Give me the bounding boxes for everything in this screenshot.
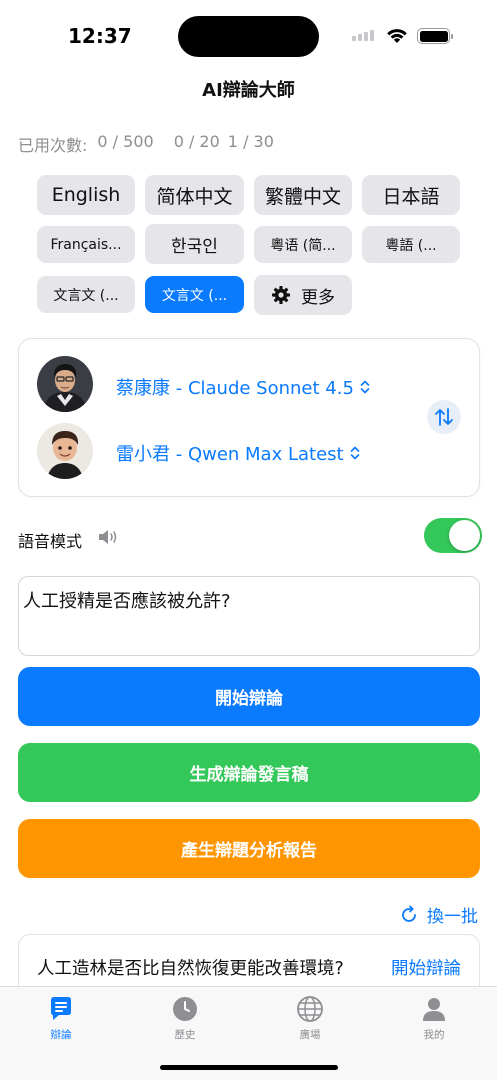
lang-french-button[interactable]: Françai​s... [37,226,135,263]
swap-debaters-button[interactable] [427,400,461,434]
usage-count-a: 0 / 500 [97,132,154,151]
lang-label: Françai​s... [50,236,122,253]
lang-label: 简体中文 [156,185,233,208]
tab-debate-label: 辯論 [50,1029,72,1041]
tab-history-label: 歷史 [174,1029,196,1041]
debater-1-selector[interactable]: 蔡康康 - Claude Sonnet 4.5 [116,374,370,400]
lang-label: 粵語 (... [385,237,437,254]
lang-classical-chinese-selected-button[interactable]: 文言文 (... [145,276,244,313]
status-bar: 12:37 [0,0,497,72]
voice-mode-label: 語音模式 [18,532,83,551]
lang-label: 粵语 (简... [270,237,336,254]
generate-speech-button[interactable]: 生成辯論發言稿 [18,743,480,802]
chat-icon [51,997,71,1020]
start-debate-button[interactable]: 開始辯論 [18,667,480,726]
lang-label: 更多 [301,287,335,308]
generate-speech-label: 生成辯論發言稿 [189,765,309,785]
home-indicator [160,1065,338,1070]
debater-card: 蔡康康 - Claude Sonnet 4.5 雷小君 - Qwen Max L… [18,338,480,497]
tab-debate[interactable]: 辯論 [21,995,101,1042]
start-debate-label: 開始辯論 [215,689,283,709]
debater-2-label: 雷小君 - Qwen Max Latest [116,444,344,465]
lang-label: 文言文 (... [161,287,228,304]
tab-plaza-label: 廣場 [299,1029,321,1041]
voice-mode-toggle[interactable] [424,518,482,553]
lang-label: 한국인 [171,236,218,257]
toggle-knob [449,520,480,551]
voice-mode-row: 語音模式 [18,518,482,558]
wifi-icon [387,29,407,43]
lang-label: 繁體中文 [264,185,341,208]
chevron-up-down-icon [360,380,370,394]
lang-label: English [51,184,121,206]
status-time: 12:37 [68,24,132,48]
lang-more-button[interactable]: 更多 [254,275,352,315]
lang-simplified-chinese-button[interactable]: 简体中文 [145,175,244,215]
lang-cantonese-simplified-button[interactable]: 粵语 (简... [254,226,352,263]
lang-label: 日本語 [382,185,440,208]
lang-english-button[interactable]: English [37,175,135,215]
usage-count-b: 0 / 20 [173,132,220,151]
suggestion-start-link[interactable]: 開始辯論 [391,955,461,980]
speaker-icon [99,530,117,544]
gear-icon [271,285,291,305]
refresh-icon [402,905,416,922]
tab-history[interactable]: 歷史 [145,995,225,1042]
lang-classical-chinese-button[interactable]: 文言文 (... [37,276,135,313]
refresh-suggestions-button[interactable]: 換一批 [399,902,478,927]
dynamic-island [178,16,319,57]
debater-1-label: 蔡康康 - Claude Sonnet 4.5 [116,378,354,399]
refresh-label: 換一批 [427,907,478,927]
tab-profile-label: 我的 [423,1029,445,1041]
analysis-report-label: 產生辯題分析報告 [181,841,317,861]
analysis-report-button[interactable]: 產生辯題分析報告 [18,819,480,878]
person-icon [423,998,445,1021]
lang-traditional-chinese-button[interactable]: 繁體中文 [254,175,352,215]
tab-plaza[interactable]: 廣場 [270,995,350,1042]
lang-japanese-button[interactable]: 日本語 [362,175,460,215]
lang-korean-button[interactable]: 한국인 [145,224,244,264]
debater-2-selector[interactable]: 雷小君 - Qwen Max Latest [116,440,360,466]
debater-1-avatar[interactable] [37,356,93,412]
app-title: AI辯論大師 [202,80,295,101]
usage-label: 已用次數: [18,136,88,155]
globe-icon [297,996,323,1022]
swap-arrows-icon [435,408,453,426]
usage-counter: 已用次數: 0 / 500 0 / 20 1 / 30 [18,132,274,156]
tab-profile[interactable]: 我的 [394,995,474,1042]
suggestion-topic: 人工造林是否比自然恢復更能改善環境? [37,959,344,979]
debater-2-avatar[interactable] [37,423,93,479]
clock-icon [173,997,197,1021]
usage-count-c: 1 / 30 [227,132,274,151]
battery-icon [417,28,453,44]
chevron-up-down-icon [350,446,359,460]
lang-label: 文言文 (... [53,287,119,304]
cellular-signal-icon [352,30,374,41]
lang-cantonese-traditional-button[interactable]: 粵語 (... [362,226,460,263]
debate-topic-input[interactable]: 人工授精是否應該被允許? [18,576,480,656]
